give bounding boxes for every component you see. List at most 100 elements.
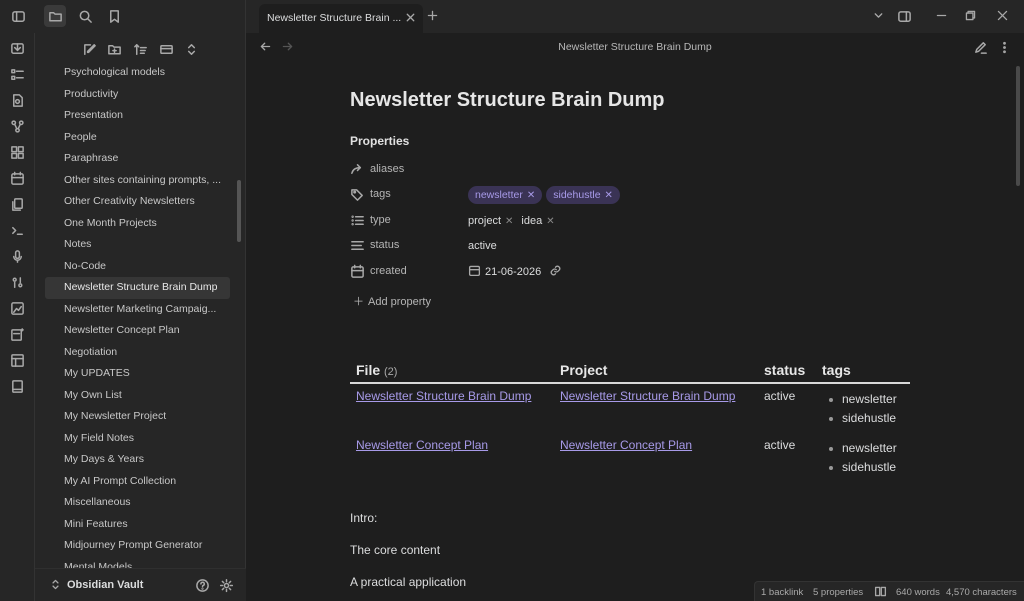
file-list-item[interactable]: Other sites containing prompts, ... (45, 170, 230, 192)
book-icon[interactable] (7, 376, 27, 396)
properties-heading[interactable]: Properties (350, 134, 409, 148)
file-list-item[interactable]: No-Code (45, 256, 230, 278)
file-list-item[interactable]: Midjourney Prompt Generator (45, 535, 230, 557)
table-row-file-link[interactable]: Newsletter Structure Brain Dump (356, 389, 531, 403)
close-window-icon[interactable] (996, 9, 1009, 25)
link-icon[interactable] (549, 264, 562, 280)
column-header-file[interactable]: File (2) (356, 362, 397, 378)
explorer-scrollbar[interactable] (237, 180, 241, 242)
file-list-item[interactable]: Other Creativity Newsletters (45, 191, 230, 213)
property-status[interactable]: status active (350, 236, 750, 256)
forward-arrow-icon[interactable] (281, 40, 294, 56)
column-header-tags[interactable]: tags (822, 362, 851, 378)
add-note-icon[interactable] (7, 324, 27, 344)
close-tab-icon[interactable] (404, 11, 417, 27)
layout-icon[interactable] (7, 350, 27, 370)
properties-count[interactable]: 5 properties (813, 587, 863, 598)
edit-pencil-icon[interactable] (973, 40, 988, 58)
list-checks-icon[interactable] (7, 64, 27, 84)
file-list-item[interactable]: Presentation (45, 105, 230, 127)
sort-icon[interactable] (131, 40, 149, 58)
file-list-item[interactable]: Notes (45, 234, 230, 256)
calendar-icon[interactable] (7, 168, 27, 188)
microphone-icon[interactable] (7, 246, 27, 266)
date-picker-icon[interactable] (468, 264, 481, 280)
new-note-icon[interactable] (80, 40, 98, 58)
paragraph-practical-application[interactable]: A practical application (350, 575, 466, 589)
more-options-icon[interactable] (997, 40, 1012, 58)
files-folder-icon[interactable] (44, 5, 66, 27)
back-arrow-icon[interactable] (259, 40, 272, 56)
auto-reveal-icon[interactable] (157, 40, 175, 58)
vault-name[interactable]: Obsidian Vault (67, 579, 143, 591)
property-type[interactable]: type project ✕ idea ✕ (350, 211, 750, 231)
file-list-item[interactable]: Miscellaneous (45, 492, 230, 514)
tab-active-note[interactable]: Newsletter Structure Brain ... (259, 4, 423, 33)
property-tags[interactable]: tags newsletter ✕ sidehustle ✕ (350, 185, 750, 205)
restore-window-icon[interactable] (964, 9, 977, 25)
file-list-item[interactable]: My Field Notes (45, 428, 230, 450)
paragraph-core-content[interactable]: The core content (350, 543, 440, 557)
new-tab-plus-icon[interactable] (426, 9, 439, 25)
copy-files-icon[interactable] (7, 194, 27, 214)
inbox-download-icon[interactable] (7, 38, 27, 58)
command-icon[interactable] (7, 272, 27, 292)
vault-switcher-bar: Obsidian Vault (35, 568, 246, 601)
created-value[interactable]: 21-06-2026 (468, 262, 562, 282)
remove-value-icon[interactable]: ✕ (546, 216, 554, 227)
file-list-item[interactable]: My Own List (45, 385, 230, 407)
file-list-item[interactable]: People (45, 127, 230, 149)
file-list-item[interactable]: Newsletter Concept Plan (45, 320, 230, 342)
file-list-item[interactable]: Negotiation (45, 342, 230, 364)
right-sidebar-toggle-icon[interactable] (897, 9, 912, 27)
settings-gear-icon[interactable] (219, 578, 234, 596)
type-value[interactable]: project ✕ (468, 215, 513, 227)
backlinks-count[interactable]: 1 backlink (761, 587, 803, 598)
table-row-project-link[interactable]: Newsletter Concept Plan (560, 438, 692, 452)
chevron-updown-icon[interactable] (49, 578, 62, 594)
view-header-title[interactable]: Newsletter Structure Brain Dump (546, 41, 724, 53)
status-value[interactable]: active (468, 236, 501, 256)
paragraph-intro[interactable]: Intro: (350, 511, 377, 525)
column-header-status[interactable]: status (764, 362, 805, 378)
note-title[interactable]: Newsletter Structure Brain Dump (350, 89, 665, 112)
file-list-item[interactable]: Newsletter Marketing Campaig... (45, 299, 230, 321)
editor-scrollbar[interactable] (1016, 66, 1020, 186)
minimize-window-icon[interactable] (935, 9, 948, 25)
new-folder-icon[interactable] (105, 40, 123, 58)
table-row-project-link[interactable]: Newsletter Structure Brain Dump (560, 389, 735, 403)
file-list-item[interactable]: Psychological models (45, 62, 230, 84)
remove-tag-icon[interactable]: ✕ (527, 190, 535, 201)
column-header-project[interactable]: Project (560, 362, 607, 378)
file-list-item[interactable]: My UPDATES (45, 363, 230, 385)
file-list-item[interactable]: Newsletter Structure Brain Dump (45, 277, 230, 299)
file-list-item[interactable]: My Newsletter Project (45, 406, 230, 428)
collapse-all-icon[interactable] (182, 40, 200, 58)
table-row-file-link[interactable]: Newsletter Concept Plan (356, 438, 488, 452)
type-value[interactable]: idea ✕ (521, 215, 554, 227)
file-list-item[interactable]: Productivity (45, 84, 230, 106)
file-list-item[interactable]: One Month Projects (45, 213, 230, 235)
file-list-item[interactable]: Paraphrase (45, 148, 230, 170)
remove-value-icon[interactable]: ✕ (505, 216, 513, 227)
sidebar-toggle-icon[interactable] (7, 5, 29, 27)
property-created[interactable]: created 21-06-2026 (350, 262, 750, 282)
reading-book-icon[interactable] (874, 585, 887, 601)
graph-view-icon[interactable] (7, 116, 27, 136)
image-icon[interactable] (7, 298, 27, 318)
file-list-item[interactable]: My AI Prompt Collection (45, 471, 230, 493)
tag-pill[interactable]: sidehustle ✕ (546, 186, 620, 204)
file-search-icon[interactable] (7, 90, 27, 110)
tag-pill[interactable]: newsletter ✕ (468, 186, 543, 204)
remove-tag-icon[interactable]: ✕ (605, 190, 613, 201)
property-aliases[interactable]: aliases (350, 160, 750, 180)
file-list-item[interactable]: Mini Features (45, 514, 230, 536)
terminal-icon[interactable] (7, 220, 27, 240)
bookmark-icon[interactable] (103, 5, 125, 27)
search-icon[interactable] (74, 5, 96, 27)
file-list-item[interactable]: My Days & Years (45, 449, 230, 471)
help-icon[interactable] (195, 578, 210, 596)
canvas-grid-icon[interactable] (7, 142, 27, 162)
add-property-button[interactable]: ＋ Add property (353, 293, 431, 309)
tab-list-chevron-icon[interactable] (872, 9, 885, 25)
